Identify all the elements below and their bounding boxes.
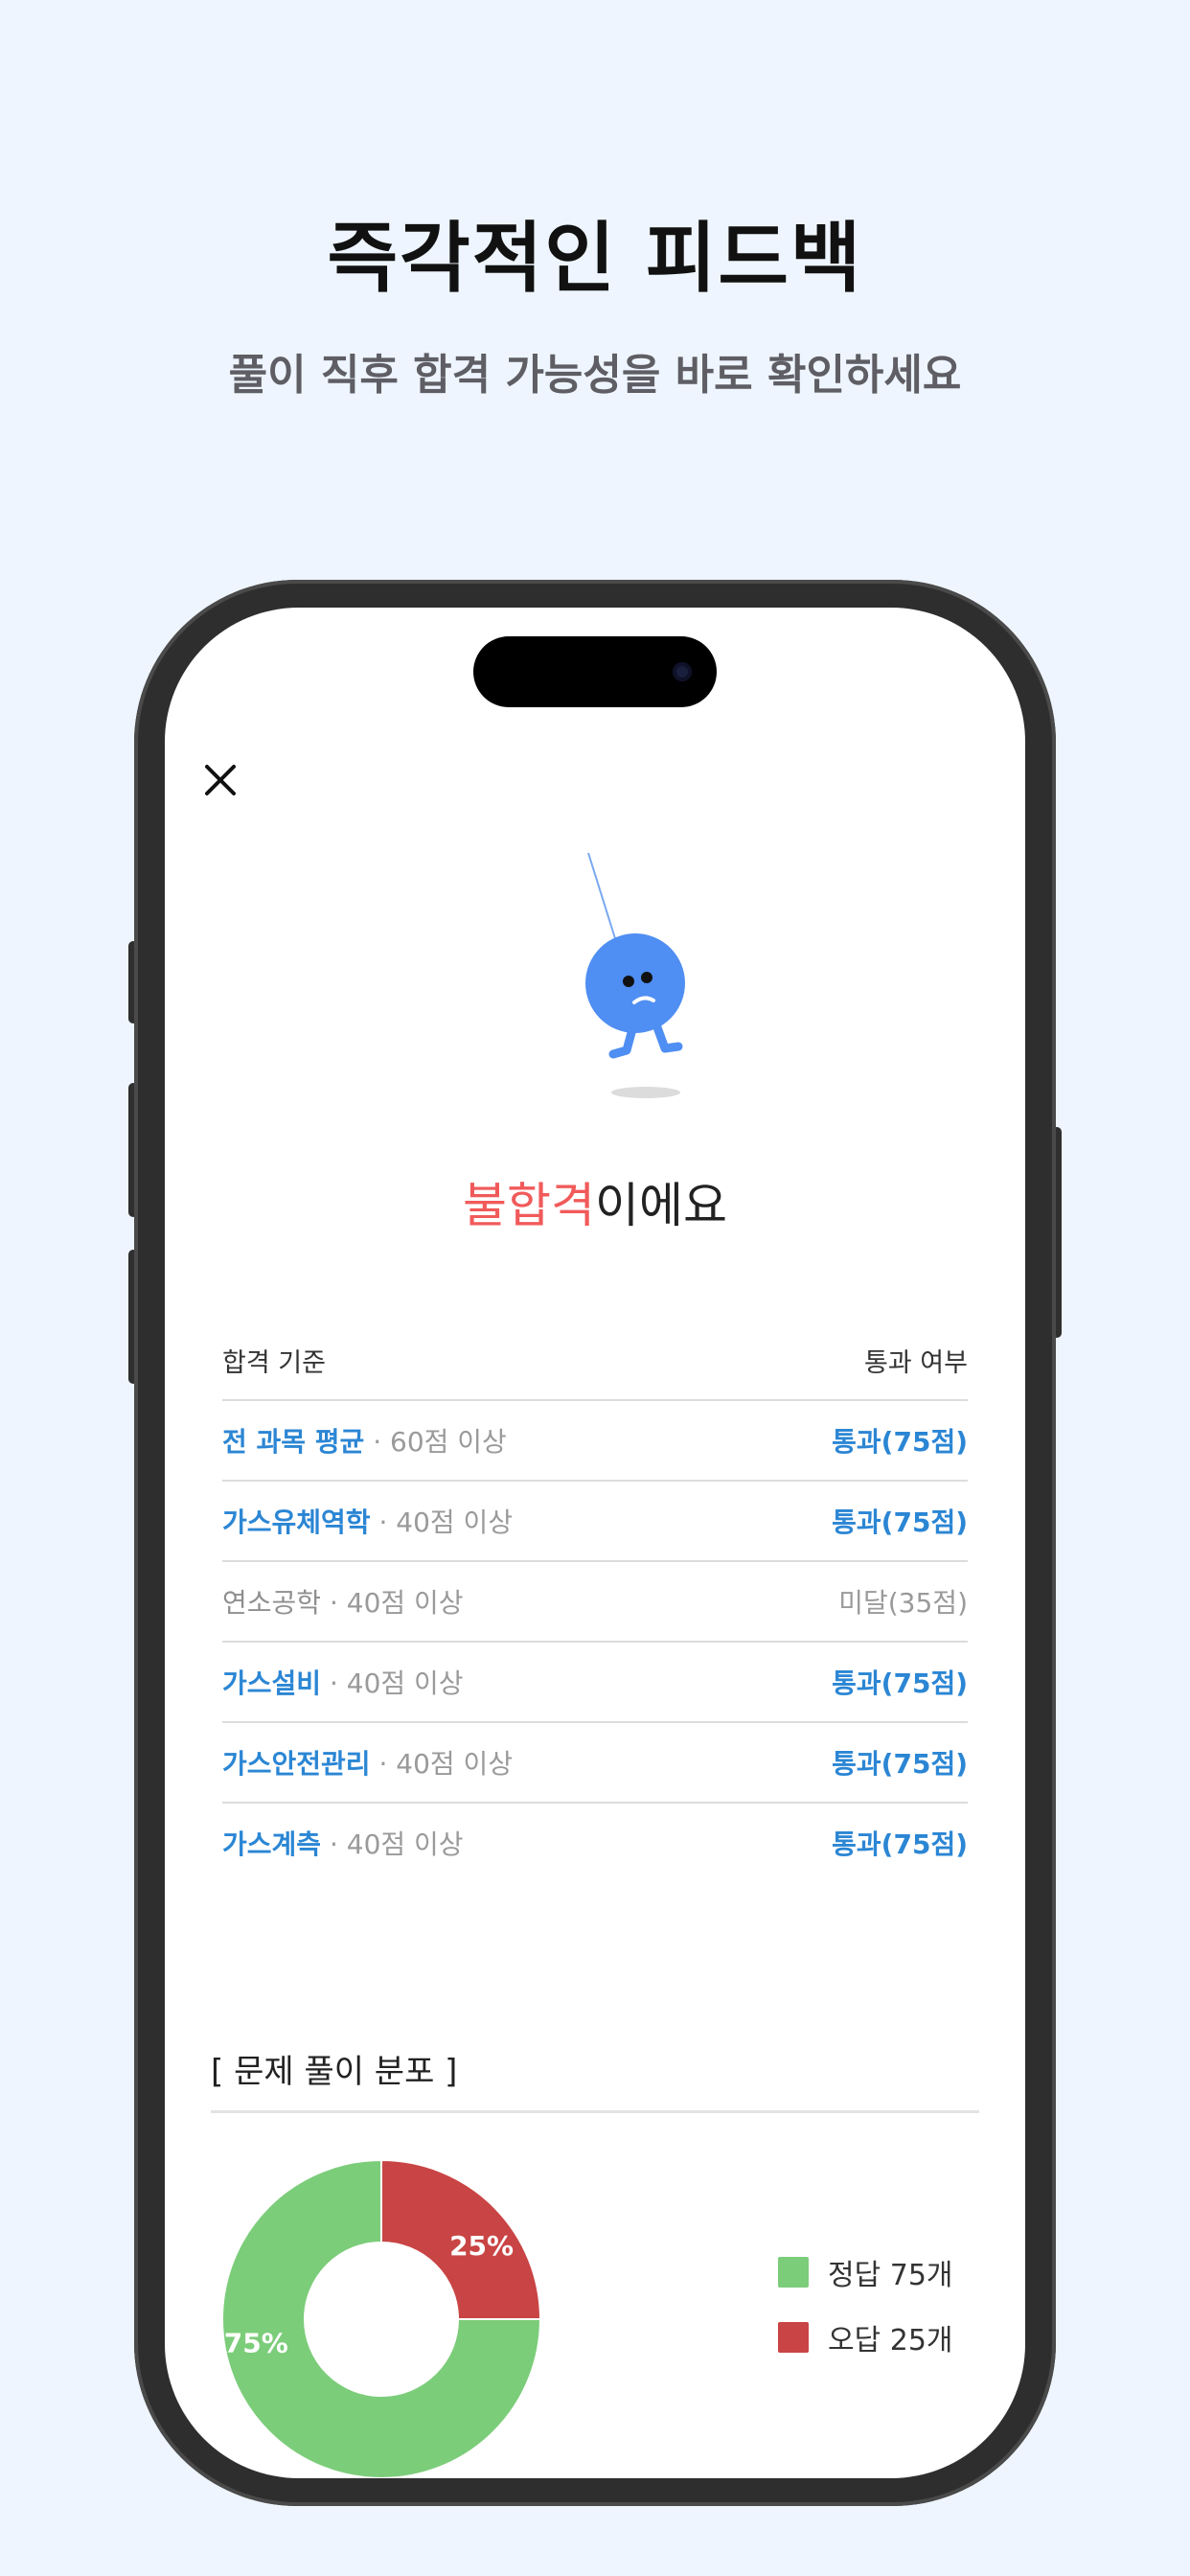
legend-swatch-correct — [778, 2257, 809, 2288]
criteria-row: 연소공학 · 40점 이상 미달(35점) — [222, 1562, 968, 1643]
criteria-subject: 가스안전관리 — [222, 1748, 371, 1780]
criteria-table: 합격 기준 통과 여부 전 과목 평균 · 60점 이상 통과(75점) 가스유… — [222, 1342, 968, 1882]
promo-title: 즉각적인 피드백 — [327, 214, 863, 303]
criteria-status: 통과(75점) — [832, 1426, 968, 1458]
criteria-header-right: 통과 여부 — [864, 1348, 968, 1378]
criteria-requirement: · 40점 이상 — [321, 1587, 464, 1619]
criteria-status: 통과(75점) — [832, 1506, 968, 1538]
close-button[interactable] — [199, 759, 241, 801]
close-icon — [205, 765, 236, 795]
criteria-status: 통과(75점) — [832, 1748, 968, 1780]
criteria-status: 미달(35점) — [838, 1587, 968, 1619]
camera-icon — [673, 662, 692, 681]
criteria-header: 합격 기준 통과 여부 — [222, 1342, 968, 1401]
criteria-requirement: · 40점 이상 — [321, 1668, 464, 1699]
criteria-subject: 전 과목 평균 — [222, 1426, 365, 1458]
dynamic-island — [473, 636, 717, 707]
distribution-divider — [211, 2110, 979, 2113]
criteria-row: 전 과목 평균 · 60점 이상 통과(75점) — [222, 1401, 968, 1482]
chart-legend: 정답 75개 오답 25개 — [778, 2256, 953, 2386]
criteria-subject: 가스계측 — [222, 1828, 322, 1860]
distribution-donut-chart: 25% 75% — [221, 2158, 542, 2478]
criteria-subject: 가스설비 — [222, 1668, 322, 1699]
legend-label-wrong: 오답 25개 — [828, 2324, 953, 2358]
criteria-row: 가스유체역학 · 40점 이상 통과(75점) — [222, 1482, 968, 1562]
criteria-subject: 연소공학 — [222, 1587, 322, 1619]
criteria-status: 통과(75점) — [832, 1668, 968, 1699]
criteria-requirement: · 40점 이상 — [370, 1748, 514, 1780]
criteria-subject: 가스유체역학 — [222, 1506, 371, 1538]
criteria-requirement: · 40점 이상 — [370, 1506, 514, 1538]
legend-swatch-wrong — [778, 2322, 809, 2353]
criteria-requirement: · 40점 이상 — [321, 1828, 464, 1860]
chart-label-correct: 75% — [224, 2328, 288, 2359]
criteria-row: 가스계측 · 40점 이상 통과(75점) — [222, 1804, 968, 1882]
result-title: 불합격이에요 — [165, 1167, 1025, 1236]
sad-balloon-mascot-icon — [585, 853, 685, 1098]
promo-subtitle: 풀이 직후 합격 가능성을 바로 확인하세요 — [228, 351, 962, 400]
criteria-status: 통과(75점) — [832, 1828, 968, 1860]
result-suffix: 이에요 — [595, 1178, 727, 1233]
criteria-requirement: · 60점 이상 — [364, 1426, 507, 1458]
criteria-header-left: 합격 기준 — [222, 1348, 326, 1378]
criteria-row: 가스설비 · 40점 이상 통과(75점) — [222, 1643, 968, 1723]
legend-item-wrong: 오답 25개 — [778, 2321, 953, 2358]
legend-item-correct: 정답 75개 — [778, 2256, 953, 2292]
chart-label-wrong: 25% — [449, 2230, 514, 2262]
distribution-title: [ 문제 풀이 분포 ] — [211, 2053, 458, 2091]
legend-label-correct: 정답 75개 — [828, 2259, 953, 2292]
phone-screen: 불합격이에요 합격 기준 통과 여부 전 과목 평균 · 60점 이상 통과(7… — [165, 608, 1025, 2478]
result-fail-label: 불합격 — [463, 1178, 595, 1233]
criteria-row: 가스안전관리 · 40점 이상 통과(75점) — [222, 1723, 968, 1804]
